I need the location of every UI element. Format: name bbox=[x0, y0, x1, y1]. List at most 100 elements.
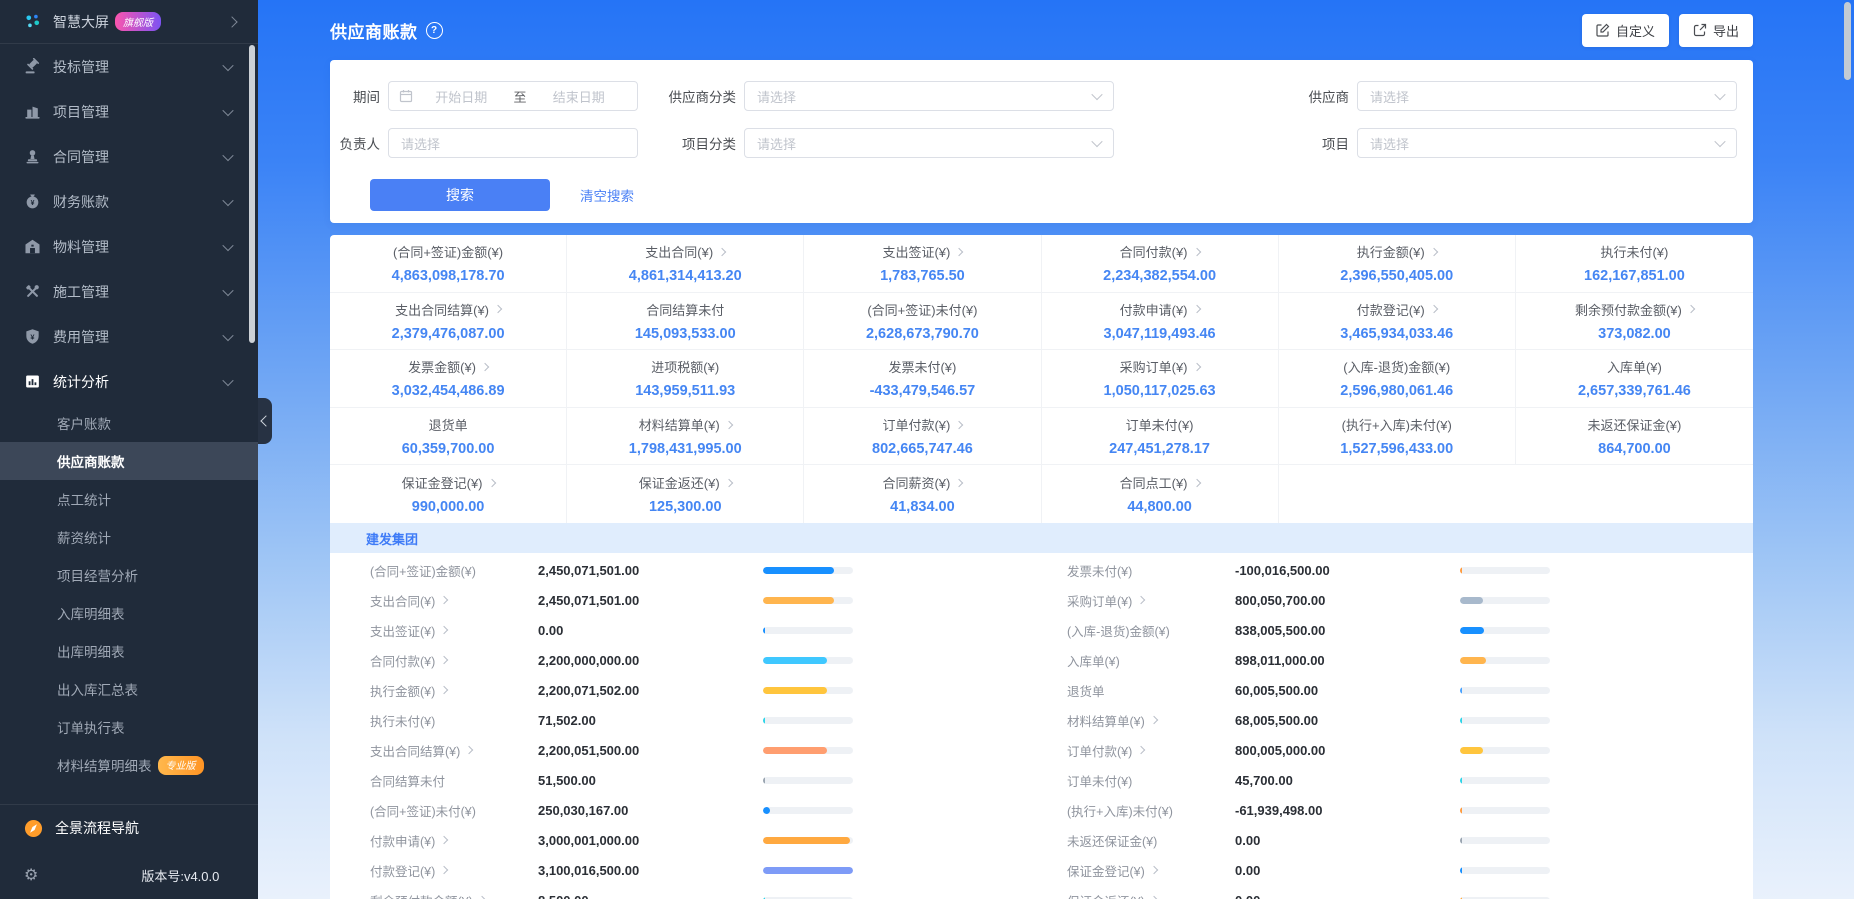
project-category-select[interactable]: 请选择 bbox=[744, 128, 1114, 158]
stat-cell: 订单未付(¥)247,451,278.17 bbox=[1042, 408, 1279, 466]
account-label[interactable]: 付款登记(¥) bbox=[370, 861, 538, 880]
sidebar-subitem[interactable]: 薪资统计 bbox=[0, 518, 258, 556]
sidebar-item[interactable]: 统计分析 bbox=[0, 359, 258, 404]
stat-cell: (合同+签证)金额(¥)4,863,098,178.70 bbox=[330, 235, 567, 293]
sidebar-subitem[interactable]: 出入库汇总表 bbox=[0, 670, 258, 708]
search-button[interactable]: 搜索 bbox=[370, 179, 550, 211]
stat-cell[interactable]: 发票金额(¥)3,032,454,486.89 bbox=[330, 350, 567, 408]
sidebar-scrollbar[interactable] bbox=[249, 45, 255, 343]
sidebar-item[interactable]: ¥费用管理 bbox=[0, 314, 258, 359]
account-label[interactable]: 保证金返还(¥) bbox=[1067, 891, 1235, 899]
account-value: 250,030,167.00 bbox=[538, 803, 763, 818]
project-select[interactable]: 请选择 bbox=[1357, 128, 1737, 158]
stat-cell[interactable]: 付款登记(¥)3,465,934,033.46 bbox=[1279, 293, 1516, 351]
sidebar-subitem[interactable]: 供应商账款 bbox=[0, 442, 258, 480]
account-label[interactable]: 剩余预付款金额(¥) bbox=[370, 891, 538, 899]
stat-cell[interactable]: 支出合同(¥)4,861,314,413.20 bbox=[567, 235, 804, 293]
account-value: 71,502.00 bbox=[538, 713, 763, 728]
stats-icon bbox=[24, 373, 41, 390]
stat-value: 1,527,596,433.00 bbox=[1340, 441, 1453, 457]
sidebar-item[interactable]: 施工管理 bbox=[0, 269, 258, 314]
chevron-down-icon bbox=[222, 59, 233, 70]
stat-cell[interactable]: 保证金返还(¥)125,300.00 bbox=[567, 465, 804, 523]
stat-cell[interactable]: 合同点工(¥)44,800.00 bbox=[1042, 465, 1279, 523]
finance-icon: ¥ bbox=[24, 193, 41, 210]
customize-button[interactable]: 自定义 bbox=[1582, 14, 1669, 47]
progress-bar-fill bbox=[1460, 657, 1486, 664]
sidebar-subitem[interactable]: 点工统计 bbox=[0, 480, 258, 518]
stat-cell[interactable]: 材料结算单(¥)1,798,431,995.00 bbox=[567, 408, 804, 466]
account-label[interactable]: 支出签证(¥) bbox=[370, 621, 538, 640]
account-label[interactable]: 支出合同结算(¥) bbox=[370, 741, 538, 760]
sidebar-subitem[interactable]: 出库明细表 bbox=[0, 632, 258, 670]
group-name-band[interactable]: 建发集团 bbox=[330, 523, 1753, 553]
account-row: 入库单(¥)898,011,000.00 bbox=[1041, 645, 1752, 675]
stat-cell[interactable]: 支出合同结算(¥)2,379,476,087.00 bbox=[330, 293, 567, 351]
account-value: 2,200,000,000.00 bbox=[538, 653, 763, 668]
stat-cell[interactable]: 支出签证(¥)1,783,765.50 bbox=[804, 235, 1041, 293]
account-label[interactable]: 支出合同(¥) bbox=[370, 591, 538, 610]
account-row: 支出合同(¥)2,450,071,501.00 bbox=[330, 585, 1041, 615]
account-label[interactable]: 材料结算单(¥) bbox=[1067, 711, 1235, 730]
stat-cell: 退货单60,359,700.00 bbox=[330, 408, 567, 466]
stat-cell[interactable]: 剩余预付款金额(¥)373,082.00 bbox=[1516, 293, 1753, 351]
stat-label: (合同+签证)金额(¥) bbox=[393, 242, 503, 261]
stat-cell[interactable]: 合同薪资(¥)41,834.00 bbox=[804, 465, 1041, 523]
sidebar-collapse-handle[interactable] bbox=[256, 398, 272, 444]
account-label[interactable]: 采购订单(¥) bbox=[1067, 591, 1235, 610]
sidebar-subitem[interactable]: 订单执行表 bbox=[0, 708, 258, 746]
sidebar-subitem-label: 客户账款 bbox=[57, 413, 111, 433]
stat-value: -433,479,546.57 bbox=[870, 383, 976, 399]
sidebar-item[interactable]: 投标管理 bbox=[0, 44, 258, 89]
progress-bar bbox=[1460, 627, 1550, 634]
sidebar-item-smart-screen[interactable]: 智慧大屏 旗舰版 bbox=[0, 0, 258, 44]
stat-label: 进项税额(¥) bbox=[651, 357, 719, 376]
sidebar-subitem[interactable]: 项目经营分析 bbox=[0, 556, 258, 594]
account-label: 执行未付(¥) bbox=[370, 711, 538, 730]
project-icon bbox=[24, 103, 41, 120]
stat-cell[interactable]: 保证金登记(¥)990,000.00 bbox=[330, 465, 567, 523]
progress-bar bbox=[1460, 747, 1550, 754]
stat-cell[interactable]: 采购订单(¥)1,050,117,025.63 bbox=[1042, 350, 1279, 408]
stat-cell[interactable]: 执行金额(¥)2,396,550,405.00 bbox=[1279, 235, 1516, 293]
window-scrollbar[interactable] bbox=[1844, 2, 1851, 80]
account-label[interactable]: 保证金登记(¥) bbox=[1067, 861, 1235, 880]
export-button[interactable]: 导出 bbox=[1679, 14, 1753, 47]
account-label[interactable]: 付款申请(¥) bbox=[370, 831, 538, 850]
date-range-input[interactable]: 开始日期 至 结束日期 bbox=[388, 81, 638, 111]
manager-select[interactable]: 请选择 bbox=[388, 128, 638, 158]
sidebar-subitem[interactable]: 入库明细表 bbox=[0, 594, 258, 632]
supplier-select[interactable]: 请选择 bbox=[1357, 81, 1737, 111]
sidebar-item-process-navigation[interactable]: 全景流程导航 bbox=[0, 805, 258, 851]
chevron-down-icon bbox=[1091, 89, 1102, 100]
sidebar: 智慧大屏 旗舰版 投标管理项目管理合同管理¥财务账款物料管理施工管理¥费用管理统… bbox=[0, 0, 258, 899]
sidebar-subitem[interactable]: 客户账款 bbox=[0, 404, 258, 442]
sidebar-item[interactable]: ¥财务账款 bbox=[0, 179, 258, 224]
sidebar-item[interactable]: 项目管理 bbox=[0, 89, 258, 134]
sidebar-item[interactable]: 物料管理 bbox=[0, 224, 258, 269]
sidebar-item-label: 物料管理 bbox=[53, 237, 109, 257]
stat-cell[interactable]: 付款申请(¥)3,047,119,493.46 bbox=[1042, 293, 1279, 351]
stat-label: 合同结算未付 bbox=[646, 300, 724, 319]
account-label[interactable]: 执行金额(¥) bbox=[370, 681, 538, 700]
sidebar-item[interactable]: 合同管理 bbox=[0, 134, 258, 179]
stat-label: 付款登记(¥) bbox=[1357, 300, 1425, 319]
clear-search-link[interactable]: 清空搜索 bbox=[580, 185, 634, 205]
account-label[interactable]: 订单付款(¥) bbox=[1067, 741, 1235, 760]
edit-icon bbox=[1596, 23, 1610, 37]
stat-value: 1,050,117,025.63 bbox=[1104, 383, 1216, 399]
progress-bar-fill bbox=[1460, 627, 1484, 634]
stat-cell[interactable]: 订单付款(¥)802,665,747.46 bbox=[804, 408, 1041, 466]
supplier-category-select[interactable]: 请选择 bbox=[744, 81, 1114, 111]
account-label[interactable]: 合同付款(¥) bbox=[370, 651, 538, 670]
account-value: 0.00 bbox=[1235, 893, 1460, 899]
sidebar-subitem[interactable]: 材料结算明细表专业版 bbox=[0, 746, 258, 784]
stat-cell[interactable]: 合同付款(¥)2,234,382,554.00 bbox=[1042, 235, 1279, 293]
help-icon[interactable]: ? bbox=[426, 22, 443, 39]
stat-value: 60,359,700.00 bbox=[402, 441, 495, 457]
gear-icon[interactable]: ⚙ bbox=[24, 865, 38, 885]
stat-value: 802,665,747.46 bbox=[872, 441, 973, 457]
period-label: 期间 bbox=[330, 86, 380, 106]
account-value: 45,700.00 bbox=[1235, 773, 1460, 788]
sidebar-item-label: 费用管理 bbox=[53, 327, 109, 347]
